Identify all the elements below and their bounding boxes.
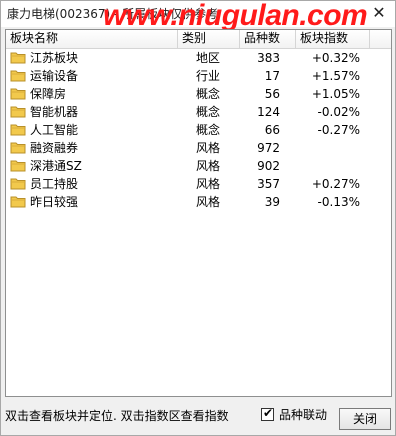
sector-index[interactable]: +0.27% [296,175,360,193]
sector-name-cell: 智能机器 [8,103,178,121]
sector-name: 深港通SZ [30,159,82,173]
sector-name: 人工智能 [30,123,79,137]
link-checkbox-label[interactable]: 品种联动 [279,406,327,423]
sector-count: 66 [264,123,280,137]
sector-name: 昨日较强 [30,195,79,209]
column-header-name[interactable]: 板块名称 [6,30,178,48]
table-row[interactable]: 江苏板块 地区 383 +0.32% [6,49,391,67]
close-button[interactable]: 关闭 [339,408,391,430]
link-checkbox[interactable]: ✔ [261,406,274,421]
sector-index[interactable] [296,157,360,175]
sector-index[interactable]: -0.02% [296,103,360,121]
sector-category: 概念 [196,123,221,137]
dialog-window: 康力电梯(002367) - 所属板块仅供参考 www.niugulan.com… [0,0,396,436]
folder-icon [10,123,26,136]
sector-category: 风格 [196,159,221,173]
table-row[interactable]: 深港通SZ 风格 902 [6,157,391,175]
table-row[interactable]: 融资融券 风格 972 [6,139,391,157]
sector-index[interactable]: -0.13% [296,193,360,211]
table-row[interactable]: 人工智能 概念 66 -0.27% [6,121,391,139]
title-bar: 康力电梯(002367) - 所属板块仅供参考 www.niugulan.com… [1,0,395,32]
folder-icon [10,69,26,82]
sector-count: 17 [264,69,280,83]
sector-count: 357 [257,177,280,191]
sector-name-cell: 江苏板块 [8,49,178,67]
sector-index[interactable]: +0.32% [296,49,360,67]
folder-icon [10,159,26,172]
checkmark-icon: ✔ [263,406,274,420]
sector-count: 383 [257,51,280,65]
sector-name: 智能机器 [30,105,79,119]
sector-name: 江苏板块 [30,51,79,65]
sector-category: 风格 [196,177,221,191]
column-header-count[interactable]: 品种数 [240,30,296,48]
folder-icon [10,51,26,64]
sector-name-cell: 人工智能 [8,121,178,139]
sector-category: 概念 [196,87,221,101]
sector-count: 39 [264,195,280,209]
sector-count: 972 [257,141,280,155]
sector-index[interactable]: +1.57% [296,67,360,85]
sector-name: 保障房 [30,87,67,101]
sector-name-cell: 深港通SZ [8,157,178,175]
status-hint: 双击查看板块并定位. 双击指数区查看指数 [5,409,229,423]
folder-icon [10,105,26,118]
list-header: 板块名称 类别 品种数 板块指数 [6,30,391,49]
list-rows: 江苏板块 地区 383 +0.32% 运输设备 行业 17 +1.57% 保障房 概念 56 +1.0… [6,49,391,211]
folder-icon [10,195,26,208]
sector-name-cell: 运输设备 [8,67,178,85]
table-row[interactable]: 员工持股 风格 357 +0.27% [6,175,391,193]
sector-count: 902 [257,159,280,173]
sector-count: 124 [257,105,280,119]
sector-name-cell: 昨日较强 [8,193,178,211]
folder-icon [10,177,26,190]
table-row[interactable]: 昨日较强 风格 39 -0.13% [6,193,391,211]
sector-category: 风格 [196,141,221,155]
sector-index[interactable]: +1.05% [296,85,360,103]
sector-index[interactable]: -0.27% [296,121,360,139]
sector-count: 56 [264,87,280,101]
table-row[interactable]: 智能机器 概念 124 -0.02% [6,103,391,121]
sector-name: 运输设备 [30,69,79,83]
column-header-category[interactable]: 类别 [178,30,240,48]
sector-list[interactable]: 板块名称 类别 品种数 板块指数 江苏板块 地区 383 +0.32% 运输设备 行业 17… [5,29,392,397]
folder-icon [10,141,26,154]
sector-category: 行业 [196,69,221,83]
sector-index[interactable] [296,139,360,157]
sector-category: 风格 [196,195,221,209]
sector-category: 概念 [196,105,221,119]
table-row[interactable]: 保障房 概念 56 +1.05% [6,85,391,103]
sector-name: 员工持股 [30,177,79,191]
close-icon[interactable]: ✕ [371,5,387,21]
sector-category: 地区 [196,51,221,65]
sector-name-cell: 员工持股 [8,175,178,193]
sector-name: 融资融券 [30,141,79,155]
table-row[interactable]: 运输设备 行业 17 +1.57% [6,67,391,85]
column-header-index[interactable]: 板块指数 [296,30,370,48]
sector-name-cell: 融资融券 [8,139,178,157]
sector-name-cell: 保障房 [8,85,178,103]
folder-icon [10,87,26,100]
